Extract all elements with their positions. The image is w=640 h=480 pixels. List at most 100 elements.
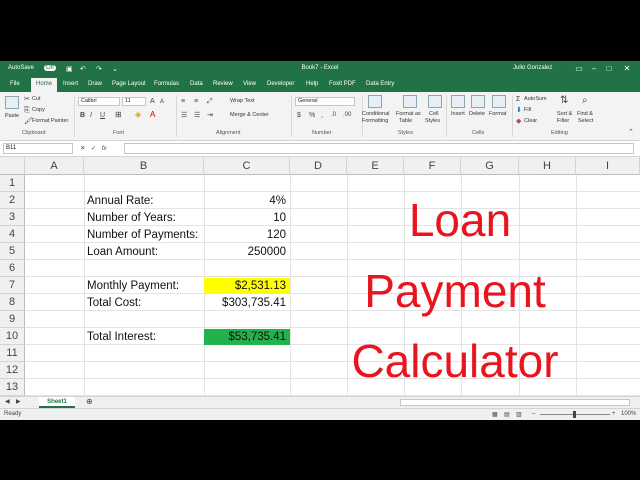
format-as-table-button[interactable]: Format as	[396, 111, 421, 117]
font-color-icon[interactable]: A	[150, 110, 155, 119]
row-header-4[interactable]: 4	[0, 226, 25, 243]
cell-c8[interactable]: $303,735.41	[204, 295, 290, 311]
tab-page-layout[interactable]: Page Layout	[112, 81, 146, 87]
cell-c5[interactable]: 250000	[204, 244, 290, 260]
format-painter-button[interactable]: Format Painter	[32, 118, 68, 124]
row-header-8[interactable]: 8	[0, 294, 25, 311]
fill-color-icon[interactable]: ◈	[135, 110, 141, 119]
borders-icon[interactable]: ⊞	[115, 110, 122, 119]
row-header-7[interactable]: 7	[0, 277, 25, 294]
cell-b2[interactable]: Annual Rate:	[84, 193, 204, 209]
tab-data-entry[interactable]: Data Entry	[366, 81, 394, 87]
sort-filter-button[interactable]: Sort &	[557, 111, 572, 117]
font-name-select[interactable]: Calibri	[78, 97, 120, 106]
cell-c10[interactable]: $53,735.41	[204, 329, 290, 345]
shrink-font-icon[interactable]: A	[160, 98, 164, 107]
column-header-h[interactable]: H	[519, 157, 576, 175]
wrap-text-button[interactable]: Wrap Text	[230, 98, 255, 104]
row-header-10[interactable]: 10	[0, 328, 25, 345]
tab-home[interactable]: Home	[31, 78, 58, 92]
cell-b7[interactable]: Monthly Payment:	[84, 278, 204, 294]
page-break-view-icon[interactable]: ▥	[516, 411, 522, 418]
next-sheet-icon[interactable]: ▶	[16, 398, 21, 405]
cell-b5[interactable]: Loan Amount:	[84, 244, 204, 260]
select-all-corner[interactable]	[0, 157, 25, 175]
zoom-in-icon[interactable]: +	[612, 411, 616, 417]
name-box[interactable]: B11	[3, 143, 73, 154]
paste-button[interactable]: Paste	[5, 113, 19, 119]
add-sheet-icon[interactable]: ⊕	[86, 397, 93, 406]
close-icon[interactable]: ✕	[620, 63, 634, 75]
tab-file[interactable]: File	[10, 81, 20, 87]
cell-c4[interactable]: 120	[204, 227, 290, 243]
align-top-icon[interactable]: ≡	[181, 97, 185, 106]
column-header-g[interactable]: G	[461, 157, 519, 175]
cell-styles-button[interactable]: Cell	[429, 111, 438, 117]
row-header-11[interactable]: 11	[0, 345, 25, 362]
insert-cells-button[interactable]: Insert	[451, 111, 465, 117]
maximize-icon[interactable]: □	[602, 63, 616, 75]
percent-icon[interactable]: %	[309, 111, 315, 120]
column-header-f[interactable]: F	[404, 157, 461, 175]
cell-b3[interactable]: Number of Years:	[84, 210, 204, 226]
insert-cells-icon[interactable]	[451, 95, 465, 108]
normal-view-icon[interactable]: ▦	[492, 411, 498, 418]
find-select-button-line2[interactable]: Select	[578, 118, 593, 124]
find-select-icon[interactable]: ⌕	[582, 96, 588, 106]
clear-button[interactable]: Clear	[524, 118, 537, 124]
copy-button[interactable]: Copy	[32, 107, 45, 113]
column-header-b[interactable]: B	[84, 157, 204, 175]
tab-insert[interactable]: Insert	[63, 81, 78, 87]
font-size-select[interactable]: 11	[122, 97, 146, 106]
sort-filter-icon[interactable]: ⇅	[560, 96, 568, 106]
align-middle-icon[interactable]: ≡	[194, 97, 198, 106]
zoom-level[interactable]: 100%	[621, 411, 636, 417]
column-header-d[interactable]: D	[290, 157, 347, 175]
row-header-9[interactable]: 9	[0, 311, 25, 328]
row-header-5[interactable]: 5	[0, 243, 25, 260]
delete-cells-button[interactable]: Delete	[469, 111, 485, 117]
tab-draw[interactable]: Draw	[88, 81, 102, 87]
autosum-icon[interactable]: Σ	[516, 95, 520, 104]
column-header-c[interactable]: C	[204, 157, 290, 175]
formula-input[interactable]	[124, 143, 634, 154]
format-cells-button[interactable]: Format	[489, 111, 506, 117]
enter-icon[interactable]: ✓	[91, 145, 96, 152]
tab-review[interactable]: Review	[213, 81, 233, 87]
underline-icon[interactable]: U	[100, 111, 105, 120]
tab-formulas[interactable]: Formulas	[154, 81, 179, 87]
insert-function-icon[interactable]: fx	[102, 145, 107, 152]
cell-c2[interactable]: 4%	[204, 193, 290, 209]
tab-view[interactable]: View	[243, 81, 256, 87]
zoom-out-icon[interactable]: –	[532, 411, 535, 417]
bold-icon[interactable]: B	[80, 111, 85, 120]
cell-b8[interactable]: Total Cost:	[84, 295, 204, 311]
indent-icon[interactable]: ⇥	[207, 111, 213, 120]
delete-cells-icon[interactable]	[471, 95, 485, 108]
copy-icon[interactable]: ⎘	[24, 106, 30, 115]
clear-icon[interactable]: ◆	[516, 117, 521, 126]
cell-styles-icon[interactable]	[428, 95, 442, 108]
cell-styles-button-line2[interactable]: Styles	[425, 118, 440, 124]
comma-style-icon[interactable]: ,	[321, 111, 323, 120]
fill-icon[interactable]: ⬇	[516, 106, 522, 115]
tab-foxit-pdf[interactable]: Foxit PDF	[329, 81, 356, 87]
find-select-button[interactable]: Find &	[577, 111, 593, 117]
tab-developer[interactable]: Developer	[267, 81, 294, 87]
number-format-select[interactable]: General	[295, 97, 355, 106]
align-left-icon[interactable]: ☰	[181, 111, 187, 120]
row-header-3[interactable]: 3	[0, 209, 25, 226]
minimize-icon[interactable]: –	[587, 63, 601, 75]
row-header-1[interactable]: 1	[0, 175, 25, 192]
cell-c3[interactable]: 10	[204, 210, 290, 226]
sort-filter-button-line2[interactable]: Filter	[557, 118, 569, 124]
conditional-formatting-button-line2[interactable]: Formatting	[362, 118, 388, 124]
column-header-i[interactable]: I	[576, 157, 640, 175]
row-header-13[interactable]: 13	[0, 379, 25, 396]
decrease-decimal-icon[interactable]: .00	[343, 111, 351, 120]
format-cells-icon[interactable]	[492, 95, 506, 108]
row-header-12[interactable]: 12	[0, 362, 25, 379]
row-header-2[interactable]: 2	[0, 192, 25, 209]
tab-data[interactable]: Data	[190, 81, 203, 87]
cell-b10[interactable]: Total Interest:	[84, 329, 204, 345]
